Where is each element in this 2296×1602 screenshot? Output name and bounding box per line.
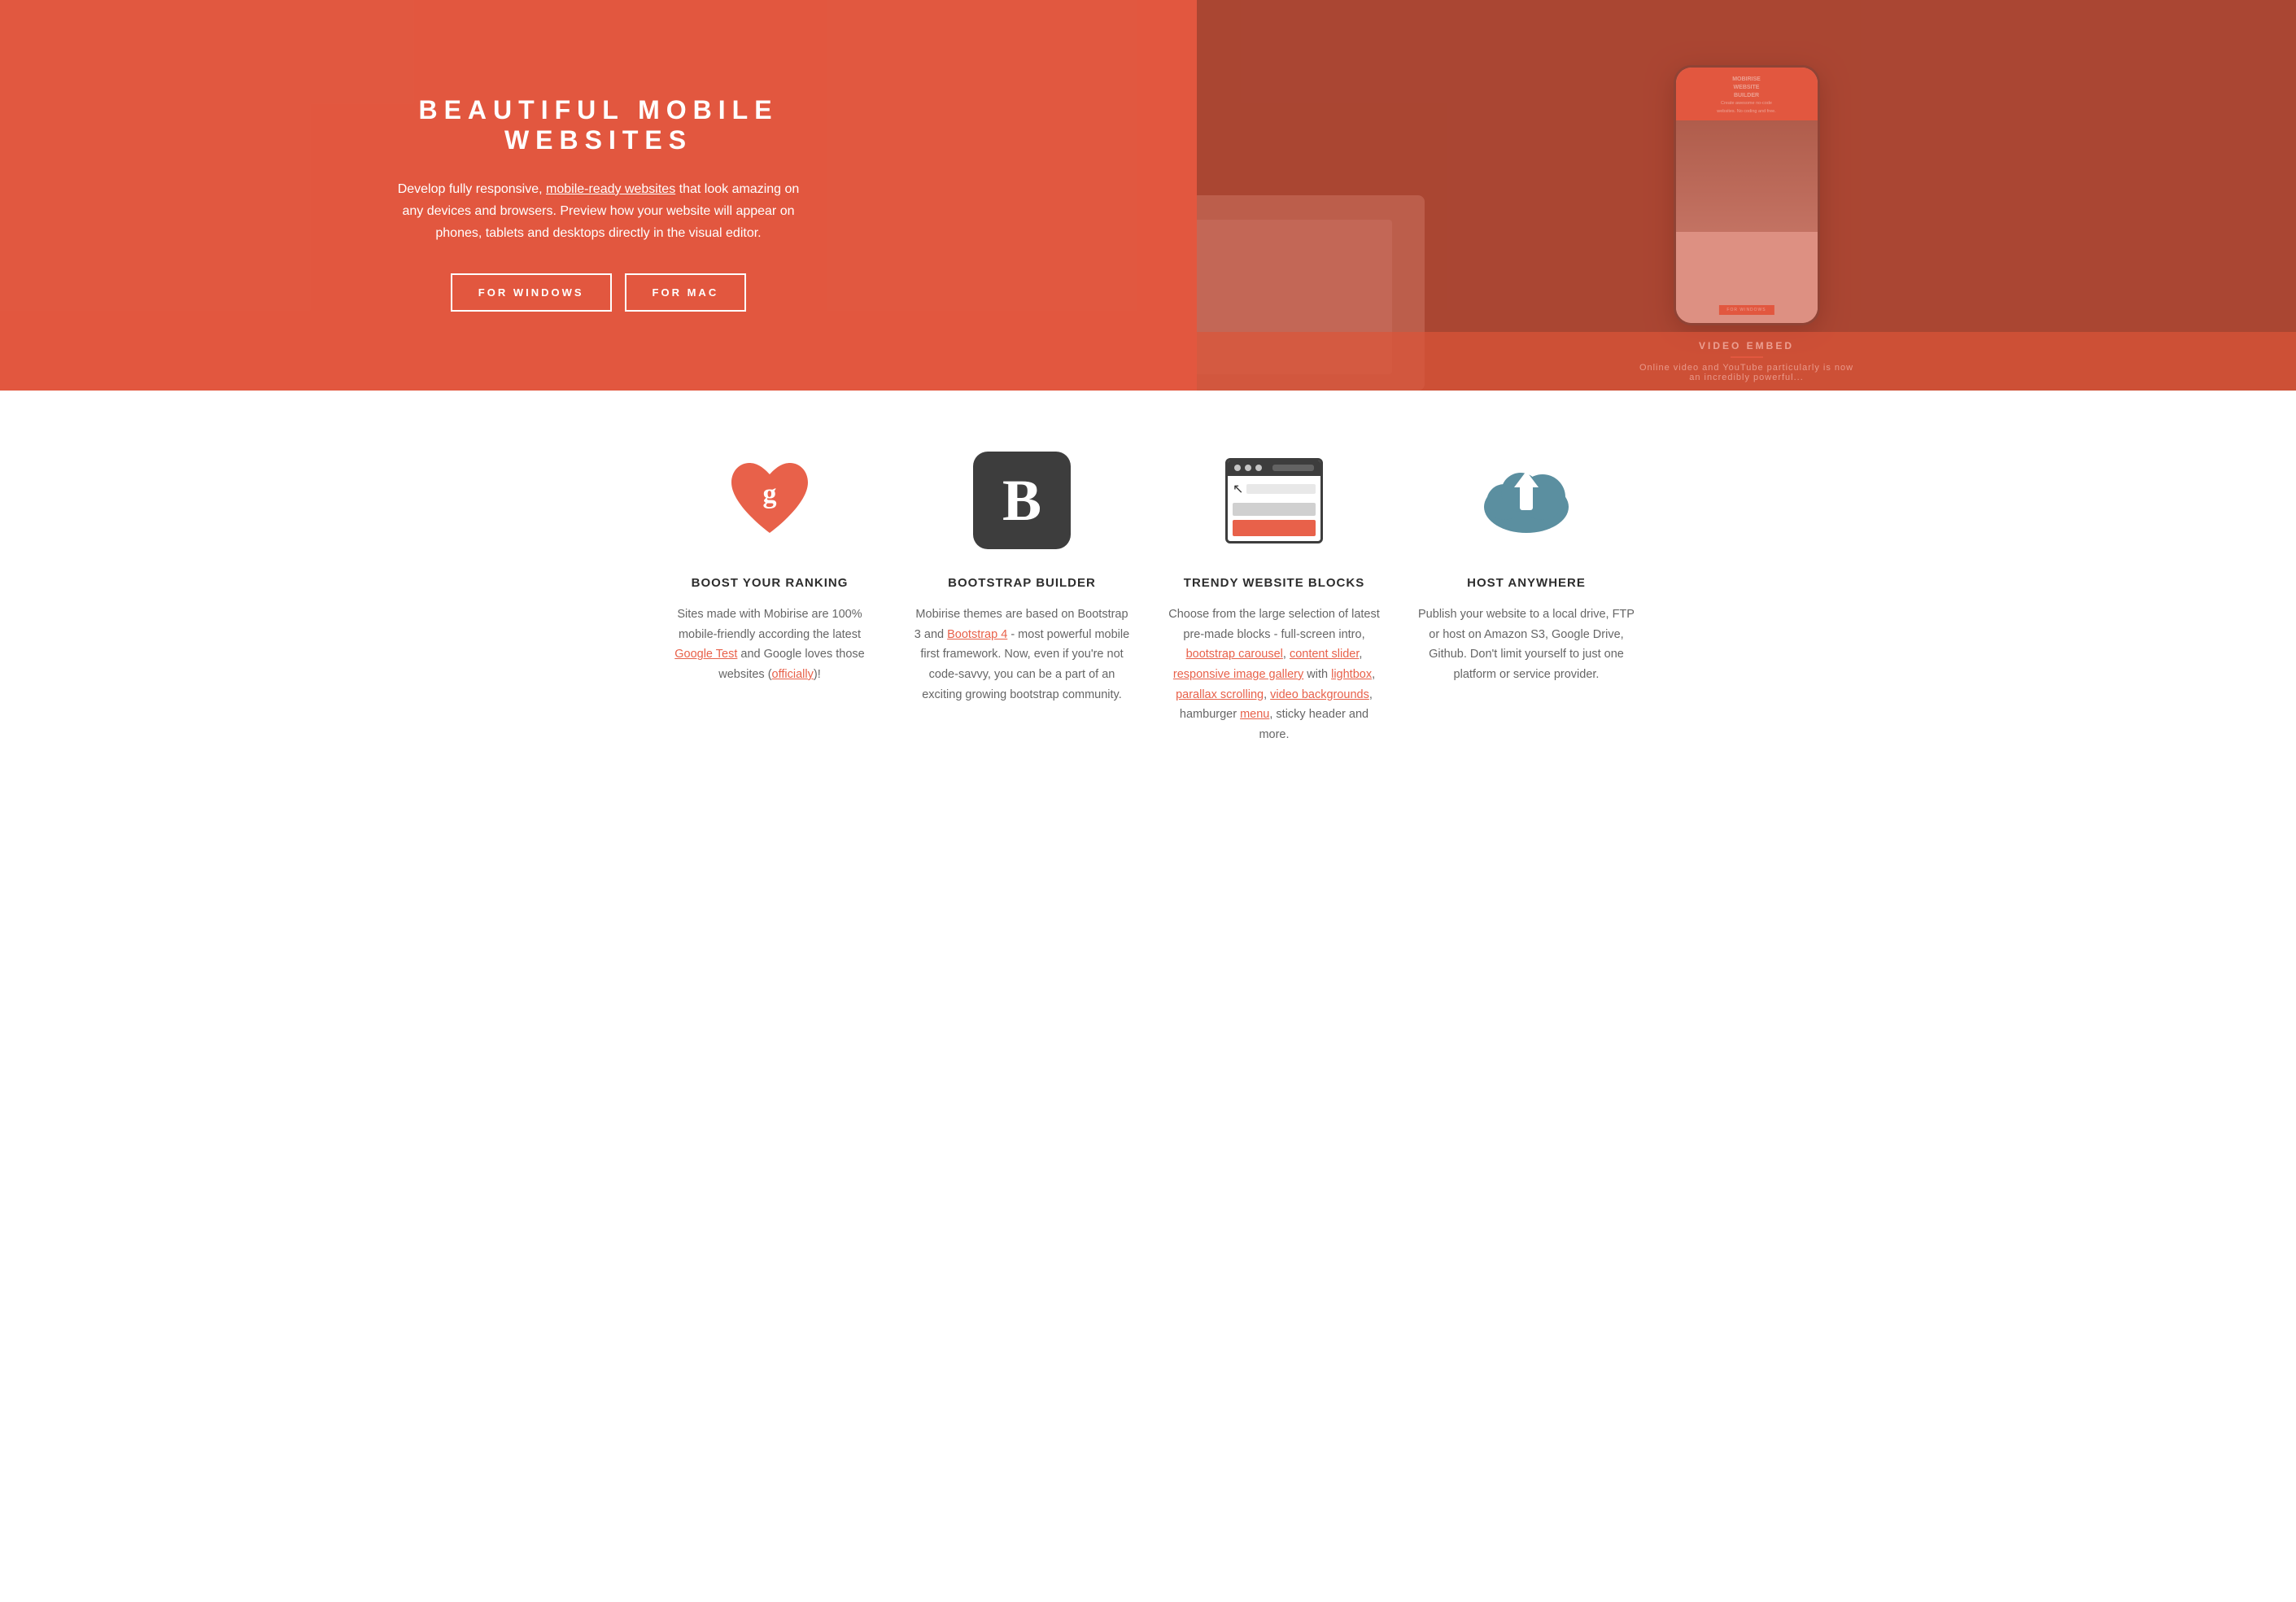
mobile-ready-link[interactable]: mobile-ready websites xyxy=(546,182,675,196)
content-slider-link[interactable]: content slider xyxy=(1290,648,1359,661)
hero-buttons-group: FOR WINDOWS FOR MAC xyxy=(387,273,810,312)
google-test-link[interactable]: Google Test xyxy=(674,648,737,661)
hero-section: BEAUTIFUL MOBILE WEBSITES Develop fully … xyxy=(0,0,2296,391)
feature-title-trendy: TRENDY WEBSITE BLOCKS xyxy=(1184,576,1364,590)
feature-desc-trendy: Choose from the large selection of lates… xyxy=(1164,605,1384,744)
browser-btn3 xyxy=(1255,465,1262,471)
feature-title-host: HOST ANYWHERE xyxy=(1467,576,1586,590)
browser-mockup: ↖ xyxy=(1225,458,1323,543)
hero-title: BEAUTIFUL MOBILE WEBSITES xyxy=(387,95,810,155)
browser-content: ↖ xyxy=(1228,476,1320,541)
feature-bootstrap: B BOOTSTRAP BUILDER Mobirise themes are … xyxy=(912,447,1132,744)
feature-title-bootstrap: BOOTSTRAP BUILDER xyxy=(948,576,1096,590)
video-bg-link[interactable]: video backgrounds xyxy=(1270,688,1369,701)
browser-btn2 xyxy=(1245,465,1251,471)
feature-icon-cloud xyxy=(1473,447,1579,553)
cloud-upload-svg xyxy=(1473,460,1579,541)
bootstrap-b-icon: B xyxy=(973,452,1071,549)
heart-svg: g xyxy=(725,458,814,543)
menu-link[interactable]: menu xyxy=(1240,708,1269,721)
bootstrap-carousel-link[interactable]: bootstrap carousel xyxy=(1186,648,1283,661)
feature-icon-heart: g xyxy=(717,447,823,553)
browser-titlebar xyxy=(1228,461,1320,476)
lightbox-link[interactable]: lightbox xyxy=(1331,668,1372,681)
browser-block-top xyxy=(1246,484,1316,494)
feature-desc-bootstrap: Mobirise themes are based on Bootstrap 3… xyxy=(912,605,1132,705)
browser-nav-row: ↖ xyxy=(1233,481,1316,499)
feature-trendy-blocks: ↖ TRENDY WEBSITE BLOCKS Choose from the … xyxy=(1164,447,1384,744)
feature-host-anywhere: HOST ANYWHERE Publish your website to a … xyxy=(1416,447,1636,744)
feature-icon-browser: ↖ xyxy=(1221,447,1327,553)
hero-description: Develop fully responsive, mobile-ready w… xyxy=(387,178,810,245)
hero-content: BEAUTIFUL MOBILE WEBSITES Develop fully … xyxy=(387,95,810,312)
feature-icon-bootstrap: B xyxy=(969,447,1075,553)
browser-wrapper: ↖ xyxy=(1225,458,1323,543)
feature-boost-ranking: g BOOST YOUR RANKING Sites made with Mob… xyxy=(660,447,880,744)
features-grid: g BOOST YOUR RANKING Sites made with Mob… xyxy=(660,447,1636,744)
browser-block-accent xyxy=(1233,520,1316,536)
browser-addressbar xyxy=(1272,465,1314,471)
svg-text:g: g xyxy=(763,479,777,509)
browser-block-mid xyxy=(1233,503,1316,516)
cursor-icon: ↖ xyxy=(1233,481,1243,497)
feature-desc-host: Publish your website to a local drive, F… xyxy=(1416,605,1636,685)
bootstrap4-link[interactable]: Bootstrap 4 xyxy=(947,628,1007,641)
feature-desc-boost: Sites made with Mobirise are 100% mobile… xyxy=(660,605,880,685)
feature-title-boost: BOOST YOUR RANKING xyxy=(692,576,849,590)
windows-button[interactable]: FOR WINDOWS xyxy=(451,273,612,312)
mac-button[interactable]: FOR MAC xyxy=(625,273,747,312)
browser-btn1 xyxy=(1234,465,1241,471)
hero-left-panel: BEAUTIFUL MOBILE WEBSITES Develop fully … xyxy=(0,0,1197,391)
responsive-gallery-link[interactable]: responsive image gallery xyxy=(1173,668,1303,681)
parallax-link[interactable]: parallax scrolling xyxy=(1176,688,1264,701)
features-section: g BOOST YOUR RANKING Sites made with Mob… xyxy=(0,391,2296,793)
officially-link[interactable]: officially xyxy=(772,668,814,681)
